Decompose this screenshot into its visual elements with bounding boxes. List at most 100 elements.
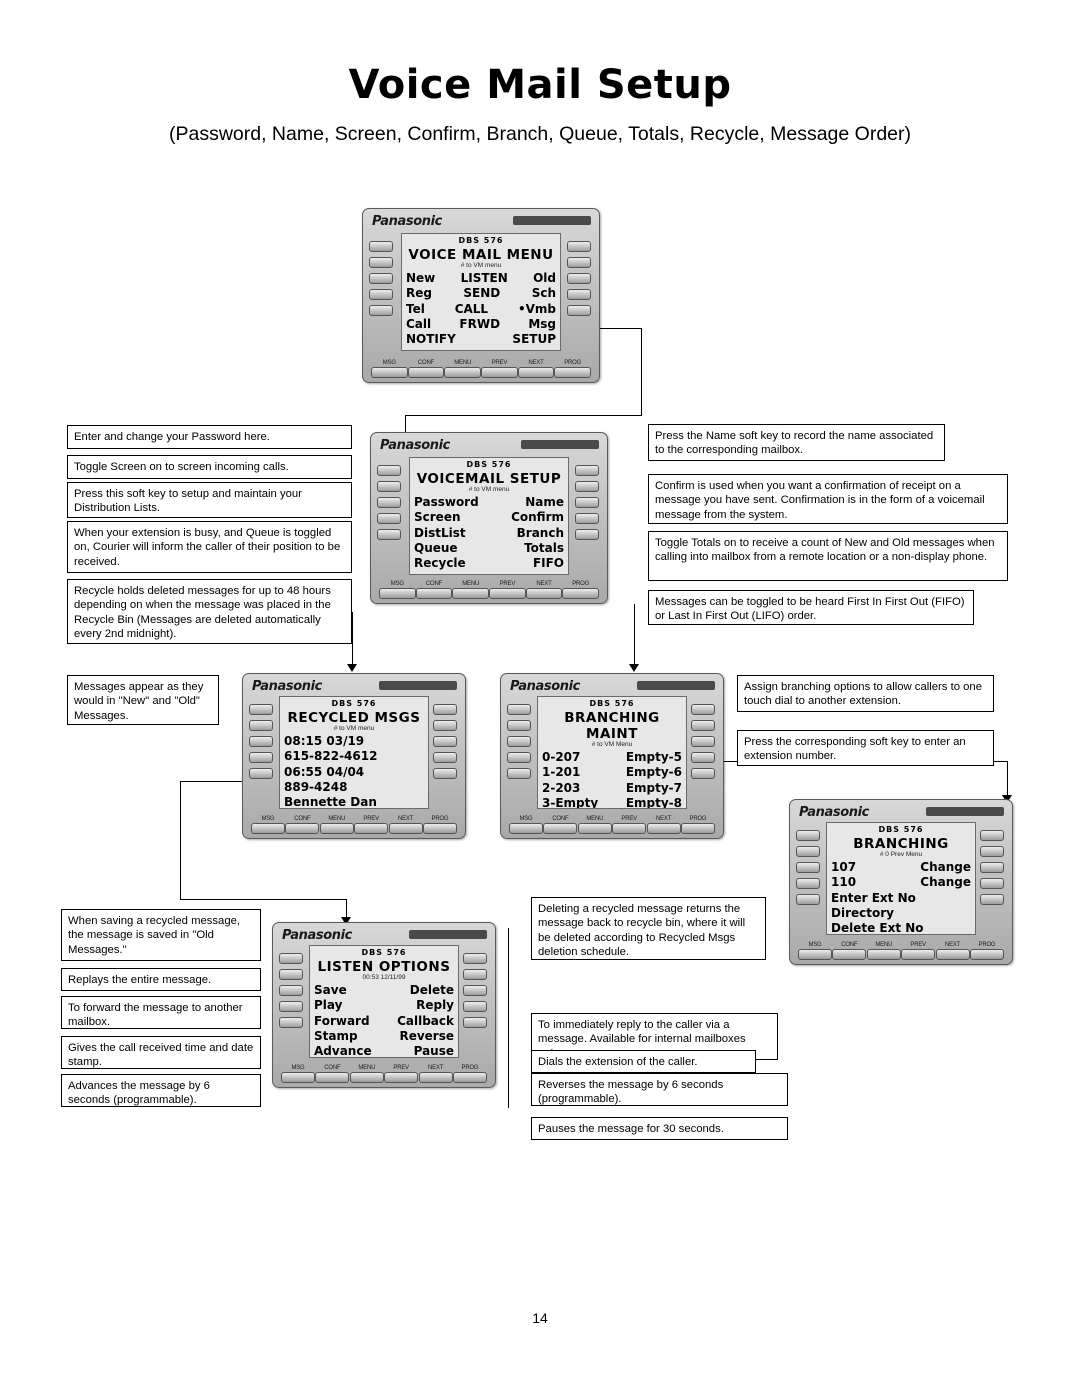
lcd-cell-save[interactable]: Save [314, 983, 347, 998]
bottom-key-prog[interactable]: PROG [969, 942, 1004, 960]
bottom-key-conf[interactable]: CONF [543, 816, 578, 834]
bottom-key-button[interactable] [798, 949, 832, 960]
softkey-right-3[interactable] [980, 862, 1004, 873]
lcd-row[interactable]: DistList Branch [414, 526, 564, 541]
lcd-row[interactable]: Reg SEND Sch [406, 286, 556, 301]
softkey-left-4[interactable] [507, 752, 531, 763]
softkey-left-3[interactable] [377, 497, 401, 508]
lcd-cell[interactable]: 107 [831, 860, 856, 875]
lcd-cell-stamp[interactable]: Stamp [314, 1029, 358, 1044]
bottom-key-button[interactable] [489, 588, 526, 599]
bottom-key-menu[interactable]: MENU [577, 816, 612, 834]
softkey-right-5[interactable] [463, 1017, 487, 1028]
bottom-key-button[interactable] [281, 1072, 315, 1083]
lcd-cell[interactable]: 110 [831, 875, 856, 890]
lcd-row[interactable]: 1-201 Empty-6 [542, 765, 682, 780]
lcd-row[interactable]: Forward Callback [314, 1014, 454, 1029]
softkey-right-3[interactable] [567, 273, 591, 284]
softkey-left-1[interactable] [377, 465, 401, 476]
lcd-cell-fifo[interactable]: FIFO [533, 556, 564, 571]
lcd-cell[interactable]: Enter Ext No [831, 891, 916, 906]
bottom-key-button[interactable] [554, 367, 592, 378]
left-softkey-column[interactable] [796, 830, 822, 910]
lcd-cell[interactable]: 2-203 [542, 781, 580, 796]
softkey-left-4[interactable] [249, 752, 273, 763]
bottom-key-row[interactable]: MSG CONF MENU PREV NEXT PROG [371, 360, 592, 378]
bottom-key-button[interactable] [452, 1072, 487, 1083]
bottom-key-button[interactable] [509, 823, 543, 834]
softkey-left-2[interactable] [369, 257, 393, 268]
bottom-key-button[interactable] [285, 823, 320, 834]
softkey-left-4[interactable] [279, 1001, 303, 1012]
bottom-key-button[interactable] [444, 367, 482, 378]
left-softkey-column[interactable] [377, 465, 403, 545]
bottom-key-conf[interactable]: CONF [415, 581, 453, 599]
bottom-key-prev[interactable]: PREV [612, 816, 647, 834]
lcd-cell-play[interactable]: Play [314, 998, 342, 1013]
right-softkey-column[interactable] [980, 830, 1006, 910]
bottom-key-msg[interactable]: MSG [371, 360, 408, 378]
lcd-cell[interactable]: Empty-5 [626, 750, 682, 765]
softkey-left-3[interactable] [507, 736, 531, 747]
softkey-right-5[interactable] [433, 768, 457, 779]
lcd-cell[interactable] [456, 332, 513, 347]
right-softkey-column[interactable] [691, 704, 717, 784]
lcd-cell[interactable]: 3-Empty [542, 796, 598, 808]
bottom-key-prog[interactable]: PROG [554, 360, 592, 378]
softkey-left-5[interactable] [249, 768, 273, 779]
lcd-cell[interactable]: Empty-6 [626, 765, 682, 780]
softkey-right-4[interactable] [433, 752, 457, 763]
left-softkey-column[interactable] [249, 704, 275, 784]
softkey-right-1[interactable] [691, 704, 715, 715]
softkey-left-1[interactable] [369, 241, 393, 252]
softkey-left-4[interactable] [377, 513, 401, 524]
bottom-key-menu[interactable]: MENU [444, 360, 482, 378]
bottom-key-prog[interactable]: PROG [680, 816, 715, 834]
right-softkey-column[interactable] [575, 465, 601, 545]
lcd-cell-delete[interactable]: Delete [410, 983, 454, 998]
lcd-cell-callback[interactable]: Callback [397, 1014, 454, 1029]
lcd-row[interactable]: Bennette Dan [284, 795, 424, 808]
bottom-key-button[interactable] [866, 949, 901, 960]
bottom-key-next[interactable]: NEXT [935, 942, 970, 960]
softkey-right-1[interactable] [567, 241, 591, 252]
softkey-right-5[interactable] [691, 768, 715, 779]
lcd-cell[interactable]: Change [920, 875, 971, 890]
lcd-cell[interactable]: Change [920, 860, 971, 875]
bottom-key-button[interactable] [315, 1072, 350, 1083]
lcd-cell-branch[interactable]: Branch [517, 526, 564, 541]
right-softkey-column[interactable] [567, 241, 593, 321]
lcd-cell-confirm[interactable]: Confirm [511, 510, 564, 525]
lcd-row[interactable]: 615-822-4612 [284, 749, 424, 764]
softkey-left-5[interactable] [369, 305, 393, 316]
bottom-key-button[interactable] [384, 1072, 419, 1083]
lcd-cell-advance[interactable]: Advance [314, 1044, 372, 1057]
softkey-right-3[interactable] [691, 736, 715, 747]
bottom-key-button[interactable] [901, 949, 936, 960]
lcd-cell-msg-4[interactable]: 889-4248 [284, 780, 347, 795]
softkey-left-3[interactable] [279, 985, 303, 996]
lcd-cell-pause[interactable]: Pause [414, 1044, 454, 1057]
lcd-cell[interactable]: FRWD [431, 317, 528, 332]
lcd-cell[interactable]: Directory [831, 906, 894, 921]
lcd-row[interactable]: Directory [831, 906, 971, 921]
bottom-key-button[interactable] [418, 1072, 453, 1083]
lcd-cell[interactable]: Reg [406, 286, 432, 301]
softkey-right-2[interactable] [691, 720, 715, 731]
lcd-cell[interactable]: Tel [406, 302, 425, 317]
softkey-left-1[interactable] [507, 704, 531, 715]
softkey-right-4[interactable] [567, 289, 591, 300]
bottom-key-button[interactable] [646, 823, 681, 834]
bottom-key-next[interactable]: NEXT [525, 581, 563, 599]
right-softkey-column[interactable] [433, 704, 459, 784]
softkey-left-2[interactable] [249, 720, 273, 731]
softkey-right-2[interactable] [980, 846, 1004, 857]
lcd-row[interactable]: Advance Pause [314, 1044, 454, 1057]
softkey-left-3[interactable] [369, 273, 393, 284]
lcd-cell-forward[interactable]: Forward [314, 1014, 370, 1029]
bottom-key-msg[interactable]: MSG [379, 581, 416, 599]
lcd-row[interactable]: Stamp Reverse [314, 1029, 454, 1044]
softkey-right-4[interactable] [691, 752, 715, 763]
bottom-key-button[interactable] [354, 823, 389, 834]
bottom-key-button[interactable] [349, 1072, 384, 1083]
